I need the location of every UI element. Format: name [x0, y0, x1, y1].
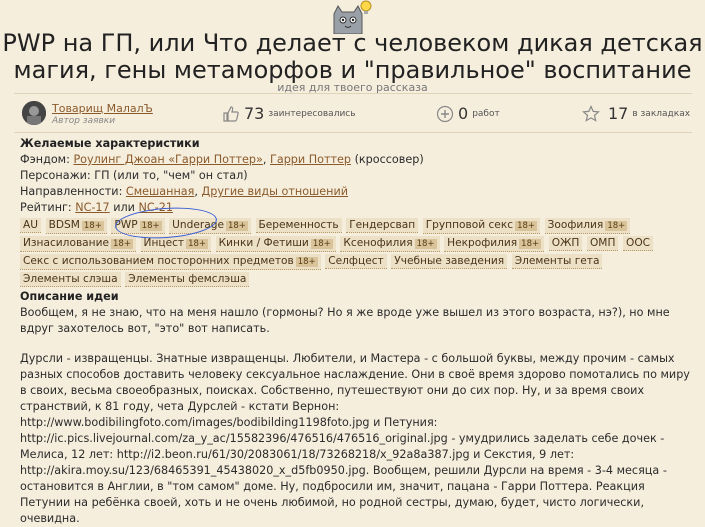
- age-badge: 18+: [81, 221, 104, 231]
- tag-label: Некрофилия: [447, 237, 518, 249]
- age-badge: 18+: [225, 221, 248, 231]
- tag-label: PWP: [114, 219, 138, 231]
- age-badge: 18+: [310, 239, 333, 249]
- bookmarks-label: в закладках: [632, 108, 691, 119]
- bookmarks-stat[interactable]: 17 в закладках: [582, 104, 690, 123]
- rating-link-nc21[interactable]: NC-21: [139, 201, 173, 214]
- tag-label: Изнасилование: [23, 237, 110, 249]
- tag[interactable]: Элементы гета: [511, 254, 603, 269]
- tag[interactable]: PWP 18+: [111, 218, 165, 234]
- characters-row: Персонажи: ГП (или то, "чем" он стал): [20, 169, 248, 182]
- request-content: Желаемые характеристики Фэндом: Роулинг …: [20, 136, 690, 527]
- works-label: работ: [472, 108, 500, 119]
- author-role: Автор заявки: [52, 116, 116, 126]
- tag[interactable]: Зоофилия 18+: [544, 218, 631, 234]
- tag-label: Зоофилия: [547, 219, 604, 231]
- direction-link-other[interactable]: Другие виды отношений: [202, 185, 349, 198]
- works-stat[interactable]: 0 работ: [436, 104, 500, 123]
- star-icon: [582, 104, 600, 122]
- age-badge: 18+: [414, 239, 437, 249]
- tag[interactable]: Изнасилование 18+: [20, 236, 136, 252]
- tag[interactable]: Инцест 18+: [140, 236, 212, 252]
- tag[interactable]: Элементы фемслэша: [125, 272, 250, 287]
- tag-label: Селфцест: [328, 255, 384, 267]
- tag[interactable]: Элементы слэша: [20, 272, 121, 287]
- tag[interactable]: ОЖП: [548, 236, 583, 251]
- direction-row: Направленности: Смешанная, Другие виды о…: [20, 185, 349, 198]
- characters-value: ГП (или то, "чем" он стал): [94, 169, 248, 182]
- rating-link-nc17[interactable]: NC-17: [75, 201, 109, 214]
- tag[interactable]: BDSM 18+: [45, 218, 107, 234]
- description-paragraph-2: Дурсли - извращенцы. Знатные извращенцы.…: [20, 352, 690, 525]
- author-name-link[interactable]: Товарищ МалалЪ: [52, 102, 153, 115]
- fandom-link-rowling[interactable]: Роулинг Джоан «Гарри Поттер»: [73, 153, 262, 166]
- tag-label: Элементы слэша: [23, 273, 118, 285]
- tag-label: Учебные заведения: [394, 255, 505, 267]
- plus-circle-icon: [436, 105, 454, 122]
- direction-link-mixed[interactable]: Смешанная: [126, 185, 194, 198]
- age-badge: 18+: [111, 239, 133, 249]
- tag[interactable]: Некрофилия 18+: [444, 236, 545, 252]
- tag[interactable]: Underage 18+: [169, 218, 251, 234]
- tag-label: ОЖП: [551, 237, 580, 249]
- rating-row: Рейтинг: NC-17 или NC-21: [20, 201, 173, 214]
- tag[interactable]: ОМП: [586, 236, 619, 251]
- age-badge: 18+: [186, 239, 209, 249]
- interested-stat[interactable]: 73 заинтересовались: [222, 104, 356, 123]
- tag[interactable]: Гендерсвап: [346, 218, 419, 233]
- tag[interactable]: Селфцест: [325, 254, 387, 269]
- tag[interactable]: Беременность: [255, 218, 342, 233]
- tag-label: AU: [23, 219, 39, 231]
- tag-label: Гендерсвап: [349, 219, 416, 231]
- tag[interactable]: Секс с использованием посторонних предме…: [20, 254, 321, 270]
- page-title: PWP на ГП, или Что делает с человеком ди…: [2, 29, 703, 84]
- tag-label: Групповой секс: [425, 219, 514, 231]
- fandom-link-hp[interactable]: Гарри Поттер: [270, 153, 351, 166]
- tag-label: ООС: [625, 237, 651, 249]
- tag[interactable]: Ксенофилия 18+: [340, 236, 440, 252]
- characteristics-heading: Желаемые характеристики: [20, 137, 200, 150]
- tag[interactable]: Учебные заведения: [391, 254, 508, 269]
- tag-label: ОМП: [589, 237, 616, 249]
- fandom-row: Фэндом: Роулинг Джоан «Гарри Поттер», Га…: [20, 153, 424, 166]
- tag-label: Underage: [172, 219, 224, 231]
- request-meta-bar: Товарищ МалалЪ Автор заявки 73 заинтерес…: [14, 93, 692, 133]
- tag[interactable]: AU: [20, 218, 42, 233]
- description-paragraph-1: Вообщем, я не знаю, что на меня нашло (г…: [20, 306, 670, 335]
- tag[interactable]: ООС: [622, 236, 654, 251]
- age-badge: 18+: [139, 221, 162, 231]
- tag-list: AU BDSM 18+ PWP 18+ Underage 18+ Беременнос…: [20, 217, 690, 288]
- tag-label: Кинки / Фетиши: [218, 237, 309, 249]
- avatar[interactable]: [22, 101, 46, 125]
- tag-label: BDSM: [48, 219, 80, 231]
- tag-label: Элементы гета: [514, 255, 600, 267]
- age-badge: 18+: [605, 221, 628, 231]
- age-badge: 18+: [515, 221, 538, 231]
- interested-count: 73: [244, 104, 265, 123]
- tag-label: Беременность: [258, 219, 339, 231]
- thumbs-up-icon: [223, 105, 239, 122]
- age-badge: 18+: [295, 257, 318, 267]
- interested-label: заинтересовались: [268, 108, 356, 119]
- works-count: 0: [458, 104, 469, 123]
- tag-label: Элементы фемслэша: [128, 273, 247, 285]
- tag[interactable]: Групповой секс 18+: [422, 218, 541, 234]
- tag-label: Секс с использованием посторонних предме…: [23, 255, 294, 267]
- description-heading: Описание идеи: [20, 290, 119, 303]
- age-badge: 18+: [519, 239, 542, 249]
- tag-label: Инцест: [143, 237, 185, 249]
- tag-label: Ксенофилия: [343, 237, 413, 249]
- bookmarks-count: 17: [608, 104, 629, 123]
- tag[interactable]: Кинки / Фетиши 18+: [215, 236, 336, 252]
